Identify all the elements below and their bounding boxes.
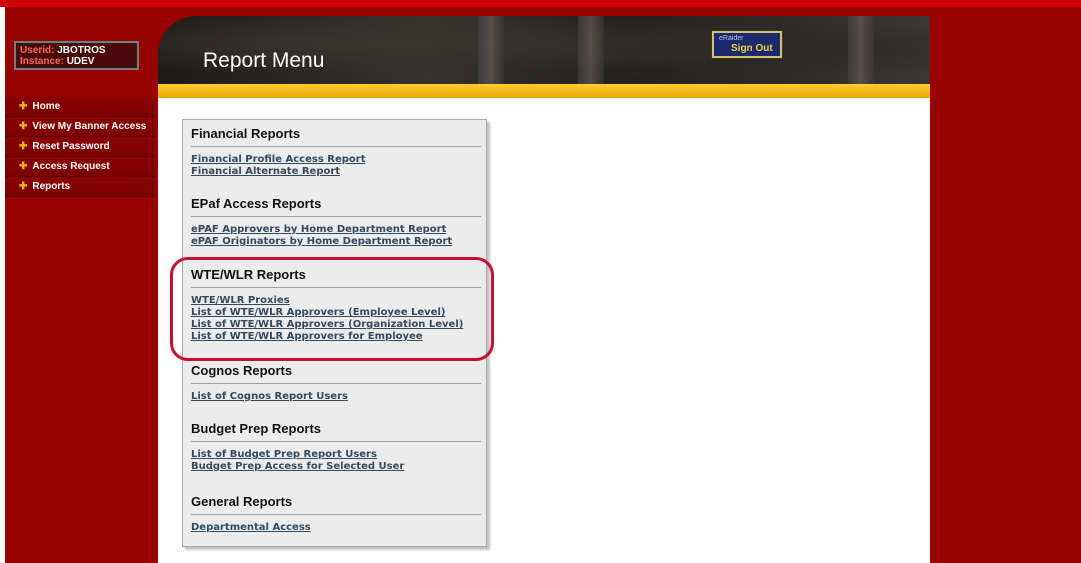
- section-title: General Reports: [191, 494, 481, 515]
- section-title: Budget Prep Reports: [191, 421, 481, 442]
- section-title: Cognos Reports: [191, 363, 481, 384]
- instance-line: Instance: UDEV: [20, 56, 95, 67]
- section-title: WTE/WLR Reports: [191, 267, 481, 288]
- userid-value: JBOTROS: [57, 45, 106, 56]
- page-title: Report Menu: [203, 49, 325, 72]
- sign-out-button[interactable]: eRaider Sign Out: [712, 31, 782, 58]
- eraider-label: eRaider: [719, 35, 744, 42]
- nav-bullet-icon: ✚: [19, 121, 28, 132]
- report-link-wte-wlr-approvers-organization-level[interactable]: List of WTE/WLR Approvers (Organization …: [191, 319, 481, 331]
- report-link-financial-alternate[interactable]: Financial Alternate Report: [191, 166, 481, 178]
- nav-item-access-request[interactable]: ✚ Access Request: [5, 157, 155, 177]
- report-link-epaf-approvers[interactable]: ePAF Approvers by Home Department Report: [191, 224, 481, 236]
- report-link-wte-wlr-proxies[interactable]: WTE/WLR Proxies: [191, 295, 481, 307]
- userid-line: Userid: JBOTROS: [20, 45, 106, 56]
- nav-bullet-icon: ✚: [19, 101, 28, 112]
- section-title: EPaf Access Reports: [191, 196, 481, 217]
- report-link-wte-wlr-approvers-employee-level[interactable]: List of WTE/WLR Approvers (Employee Leve…: [191, 307, 481, 319]
- report-menu-panel: Financial Reports Financial Profile Acce…: [182, 119, 487, 547]
- nav-bullet-icon: ✚: [19, 141, 28, 152]
- sidebar-nav: ✚ Home ✚ View My Banner Access ✚ Reset Pass…: [5, 97, 155, 197]
- section-cognos-reports: Cognos Reports List of Cognos Report Use…: [191, 363, 481, 403]
- top-banner-stripe: [0, 0, 1081, 7]
- report-link-cognos-report-users[interactable]: List of Cognos Report Users: [191, 391, 481, 403]
- instance-value: UDEV: [66, 56, 95, 67]
- nav-item-reports[interactable]: ✚ Reports: [5, 177, 155, 197]
- header-column-decoration: [478, 16, 504, 84]
- report-link-departmental-access[interactable]: Departmental Access: [191, 522, 481, 534]
- sign-out-label: Sign Out: [731, 43, 773, 54]
- report-link-financial-profile-access[interactable]: Financial Profile Access Report: [191, 154, 481, 166]
- section-financial-reports: Financial Reports Financial Profile Acce…: [191, 126, 481, 178]
- nav-item-reset-password[interactable]: ✚ Reset Password: [5, 137, 155, 157]
- user-info-box: Userid: JBOTROS Instance: UDEV: [14, 41, 139, 70]
- section-title: Financial Reports: [191, 126, 481, 147]
- report-link-epaf-originators[interactable]: ePAF Originators by Home Department Repo…: [191, 236, 481, 248]
- page-header: Report Menu eRaider Sign Out: [158, 16, 930, 84]
- section-budget-prep-reports: Budget Prep Reports List of Budget Prep …: [191, 421, 481, 473]
- nav-item-view-my-banner-access[interactable]: ✚ View My Banner Access: [5, 117, 155, 137]
- nav-bullet-icon: ✚: [19, 181, 28, 192]
- section-wte-wlr-reports: WTE/WLR Reports WTE/WLR Proxies List of …: [191, 267, 481, 343]
- header-column-decoration: [848, 16, 874, 84]
- report-link-budget-prep-access-selected-user[interactable]: Budget Prep Access for Selected User: [191, 461, 481, 473]
- header-column-decoration: [578, 16, 604, 84]
- report-link-budget-prep-report-users[interactable]: List of Budget Prep Report Users: [191, 449, 481, 461]
- section-epaf-access-reports: EPaf Access Reports ePAF Approvers by Ho…: [191, 196, 481, 248]
- report-link-wte-wlr-approvers-for-employee[interactable]: List of WTE/WLR Approvers for Employee: [191, 331, 481, 343]
- nav-item-home[interactable]: ✚ Home: [5, 97, 155, 117]
- section-general-reports: General Reports Departmental Access: [191, 494, 481, 534]
- header-gold-bar: [158, 84, 930, 98]
- nav-bullet-icon: ✚: [19, 161, 28, 172]
